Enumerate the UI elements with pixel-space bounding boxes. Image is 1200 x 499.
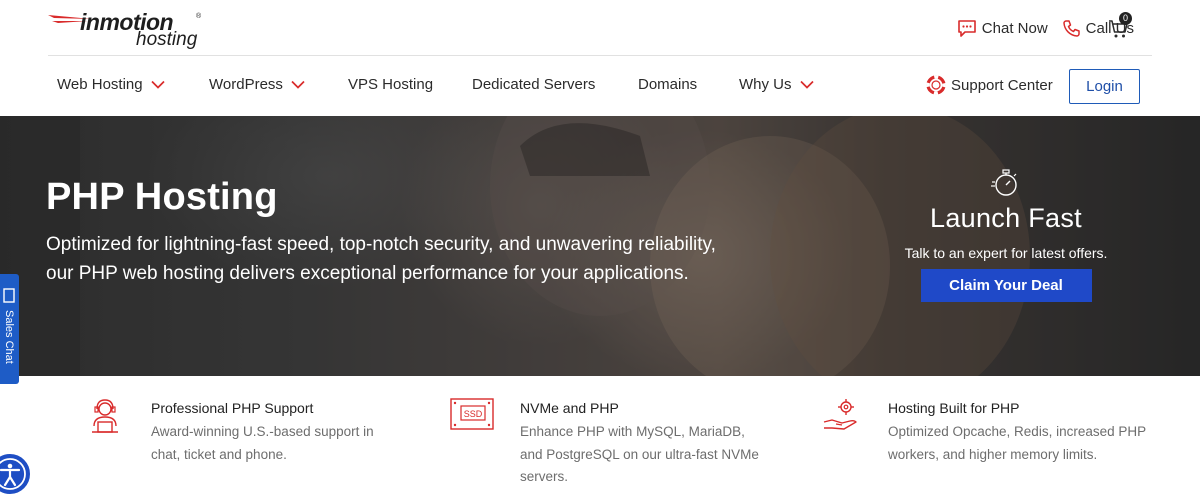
cart-count-badge: 0	[1119, 12, 1132, 25]
nav-dedicated-servers[interactable]: Dedicated Servers	[472, 76, 595, 93]
nav-wordpress-label: WordPress	[209, 76, 283, 93]
chevron-down-icon	[799, 80, 814, 89]
top-actions: Chat Now Call Us	[943, 14, 1134, 42]
login-button[interactable]: Login	[1069, 69, 1140, 104]
feature-title: Professional PHP Support	[151, 400, 314, 416]
feature-description: Optimized Opcache, Redis, increased PHP …	[888, 424, 1146, 462]
launch-fast-title: Launch Fast	[930, 203, 1082, 233]
chat-window-icon	[3, 288, 15, 303]
lifebuoy-icon	[926, 75, 946, 95]
feature-title: Hosting Built for PHP	[888, 400, 1020, 416]
nav-vps-hosting[interactable]: VPS Hosting	[348, 76, 433, 93]
launch-fast-subtitle: Talk to an expert for latest offers.	[904, 245, 1108, 261]
page-title: PHP Hosting	[46, 176, 278, 218]
stopwatch-icon	[991, 169, 1017, 196]
claim-your-deal-button[interactable]: Claim Your Deal	[920, 269, 1092, 302]
hero-banner: PHP Hosting Optimized for lightning-fast…	[0, 116, 1200, 376]
logo-registered-mark: ®	[196, 13, 202, 20]
support-agent-icon	[92, 399, 118, 433]
nav-web-hosting[interactable]: Web Hosting	[57, 76, 165, 93]
accessibility-button[interactable]	[0, 452, 32, 496]
logo-subtitle: hosting	[136, 29, 198, 50]
nav-dedicated-servers-label: Dedicated Servers	[472, 76, 596, 93]
support-center-label: Support Center	[951, 76, 1053, 94]
accessibility-icon	[0, 458, 26, 490]
chat-now-label: Chat Now	[981, 19, 1048, 37]
cart-button[interactable]: 0	[1108, 12, 1134, 40]
feature-description: Award-winning U.S.-based support in chat…	[151, 424, 374, 462]
chevron-down-icon	[291, 80, 305, 89]
support-center-link[interactable]: Support Center	[926, 75, 1053, 95]
top-bar: inmotion ® hosting Chat Now Call Us 0	[0, 0, 1200, 56]
ssd-drive-icon: SSD	[450, 398, 494, 430]
feature-title: NVMe and PHP	[520, 400, 619, 416]
nav-domains[interactable]: Domains	[638, 76, 697, 93]
chevron-down-icon	[151, 80, 165, 89]
nav-web-hosting-label: Web Hosting	[57, 76, 143, 93]
hero-description: Optimized for lightning-fast speed, top-…	[46, 234, 716, 284]
sales-chat-label: Sales Chat	[3, 310, 15, 364]
nav-why-us-label: Why Us	[739, 76, 792, 93]
feature-description: Enhance PHP with MySQL, MariaDB, and Pos…	[520, 424, 759, 484]
chat-now-link[interactable]: Chat Now	[957, 19, 1048, 38]
main-nav: Web Hosting WordPress VPS Hosting Dedica…	[0, 56, 1200, 116]
nav-domains-label: Domains	[638, 76, 698, 93]
nav-wordpress[interactable]: WordPress	[209, 76, 305, 93]
ssd-label: SSD	[464, 409, 483, 419]
chat-bubble-icon	[957, 19, 976, 37]
nav-why-us[interactable]: Why Us	[739, 76, 814, 93]
phone-icon	[1062, 19, 1080, 37]
sales-chat-tab[interactable]: Sales Chat	[0, 274, 19, 384]
inmotion-hosting-logo[interactable]: inmotion ® hosting	[48, 6, 208, 50]
launch-fast-panel: Launch Fast Talk to an expert for latest…	[886, 166, 1126, 302]
hand-gear-icon	[823, 399, 857, 430]
nav-vps-hosting-label: VPS Hosting	[348, 76, 434, 93]
